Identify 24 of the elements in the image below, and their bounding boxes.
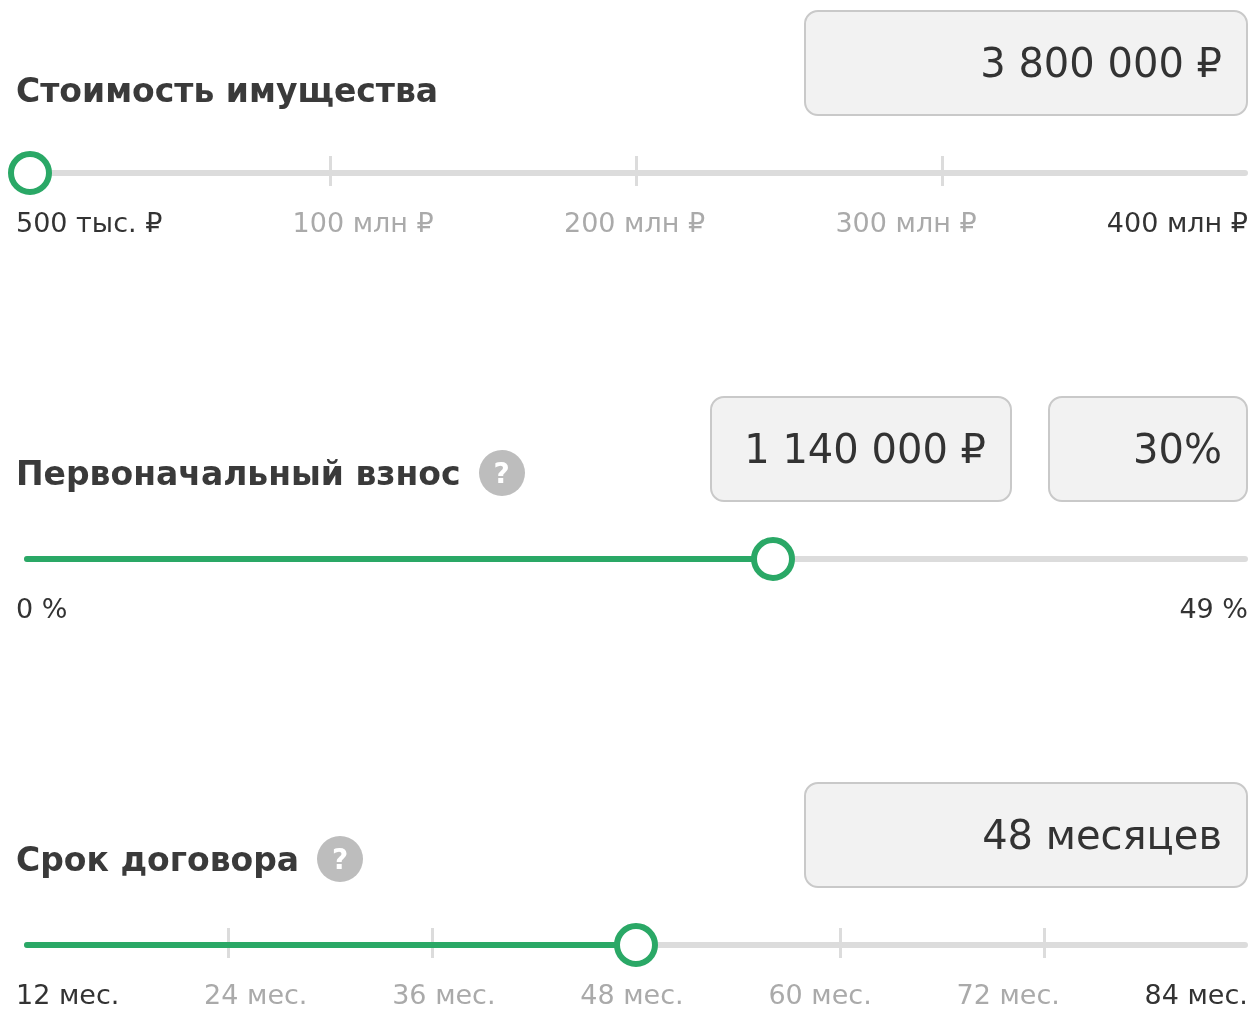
slider-thumb[interactable] [8,151,53,195]
scale-label: 36 мес. [392,980,496,1010]
input-field[interactable]: 48 месяцев [804,782,1248,888]
input-field[interactable]: 1 140 000 ₽ [710,396,1012,502]
scale-label: 100 млн ₽ [292,208,434,238]
field-label: Срок договора [16,839,300,879]
scale-label: 49 % [1179,594,1248,624]
slider-thumb[interactable] [614,923,658,967]
scale-label: 400 млн ₽ [1106,208,1248,238]
input-field[interactable]: 3 800 000 ₽ [804,10,1248,116]
field-label: Первоначальный взнос [16,453,461,493]
scale-label: 48 мес. [580,980,684,1010]
field-label: Стоимость имущества [16,71,439,110]
slider-thumb[interactable] [751,537,796,581]
scale-label: 0 % [16,594,68,624]
scale-label: 24 мес. [204,980,308,1010]
scale-label: 84 мес. [1144,980,1248,1010]
scale-label: 60 мес. [768,980,872,1010]
scale-label: 500 тыс. ₽ [16,208,163,238]
scale-label: 200 млн ₽ [564,208,706,238]
scale-label: 72 мес. [956,980,1060,1010]
scale-label: 300 млн ₽ [835,208,977,238]
scale-label: 12 мес. [16,980,120,1010]
input-field[interactable]: 30% [1048,396,1248,502]
